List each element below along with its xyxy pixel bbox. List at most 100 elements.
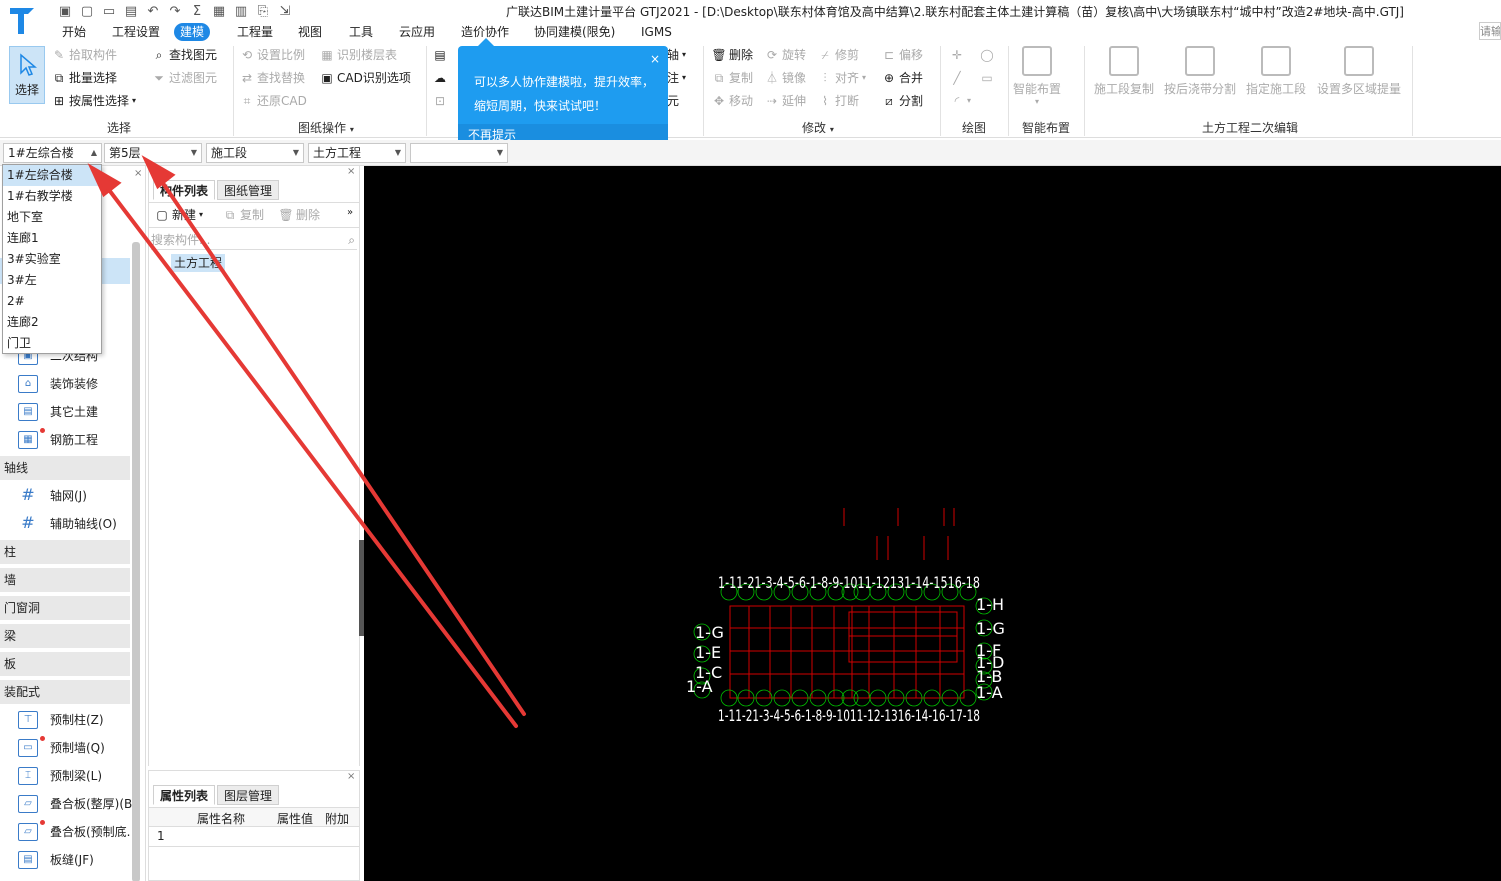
tab-layer-management[interactable]: 图层管理 [217, 785, 280, 805]
axis-partial-button[interactable]: 轴 ▾ [667, 45, 686, 65]
close-icon[interactable]: × [347, 166, 355, 177]
building-select[interactable]: 1#左综合楼 ▲ [3, 143, 102, 163]
nav-item-prefab-beam[interactable]: ⌶ 预制梁(L) [18, 764, 102, 788]
select-by-property-button[interactable]: ⊞ 按属性选择 ▾ [52, 91, 136, 111]
new-file-icon[interactable]: ▣ [56, 2, 74, 20]
close-icon[interactable]: × [347, 771, 355, 782]
export-icon[interactable]: ⇲ [276, 2, 294, 20]
split-button[interactable]: ⧄ 分割 [882, 91, 923, 111]
merge-button[interactable]: ⊕ 合并 [882, 68, 923, 88]
nav-item-composite-slab-full[interactable]: ▱ 叠合板(整厚)(B [18, 792, 132, 816]
nav-section-slab[interactable]: 板 [0, 652, 130, 676]
nav-section-column[interactable]: 柱 [0, 540, 130, 564]
sum-icon[interactable]: Σ [188, 2, 206, 20]
copy-component-button[interactable]: ⧉ 复制 [223, 205, 264, 225]
rotate-button[interactable]: ⟳ 旋转 [765, 45, 806, 65]
new-component-button[interactable]: ▢ 新建 ▾ [155, 205, 203, 225]
dropdown-option[interactable]: 1#左综合楼 [3, 165, 101, 186]
left-panel-scrollbar[interactable] [132, 242, 140, 881]
dropdown-option[interactable]: 1#右教学楼 [3, 186, 101, 207]
trim-button[interactable]: ⌿ 修剪 [818, 45, 859, 65]
nav-item-slab-joint[interactable]: ▤ 板缝(JF) [18, 848, 94, 872]
construction-segment-select[interactable]: 施工段 ▼ [206, 143, 304, 163]
floor-select[interactable]: 第5层 ▼ [104, 143, 202, 163]
open-file-icon[interactable]: ▢ [78, 2, 96, 20]
tab-modeling[interactable]: 建模 [174, 23, 211, 41]
nav-item-prefab-column[interactable]: ⊤ 预制柱(Z) [18, 708, 104, 732]
redo-icon[interactable]: ↷ [166, 2, 184, 20]
smart-layout-button[interactable]: 智能布置 ▾ [1002, 46, 1072, 106]
annotation-partial-button[interactable]: 注 ▾ [667, 68, 686, 88]
align-button[interactable]: ⫶ 对齐 ▾ [818, 68, 866, 88]
dropdown-option[interactable]: 3#实验室 [3, 249, 101, 270]
nav-item-aux-axis[interactable]: # 辅助轴线(O) [18, 512, 117, 536]
tab-quantity[interactable]: 工程量 [231, 23, 279, 41]
component-search-input[interactable]: 搜索构件... ⌕ [151, 230, 357, 250]
filter-element-button[interactable]: ⏷ 过滤图元 [152, 68, 217, 88]
save-icon[interactable]: ▤ [122, 2, 140, 20]
nav-section-wall[interactable]: 墙 [0, 568, 130, 592]
category-select[interactable]: 土方工程 ▼ [308, 143, 406, 163]
nav-item-decoration[interactable]: ⌂ 装饰装修 [18, 372, 98, 396]
dropdown-option[interactable]: 2# [3, 291, 101, 312]
tab-project-settings[interactable]: 工程设置 [106, 23, 166, 41]
move-button[interactable]: ✥ 移动 [712, 91, 753, 111]
tab-start[interactable]: 开始 [56, 23, 92, 41]
nav-section-axis[interactable]: 轴线 [0, 456, 130, 480]
draw-rect-button[interactable]: ▭ [980, 68, 994, 88]
element-partial-button[interactable]: 元 [667, 91, 679, 111]
nav-section-door-window[interactable]: 门窗洞 [0, 596, 130, 620]
identify-floor-table-button[interactable]: ▦ 识别楼层表 [320, 45, 397, 65]
tab-view[interactable]: 视图 [292, 23, 328, 41]
folder-icon[interactable]: ▭ [100, 2, 118, 20]
post-cast-split-button[interactable]: 按后浇带分割 [1162, 46, 1238, 97]
tab-drawing-management[interactable]: 图纸管理 [217, 180, 280, 200]
tab-tools[interactable]: 工具 [343, 23, 379, 41]
copy-button[interactable]: ⧉ 复制 [712, 68, 753, 88]
offset-button[interactable]: ⊏ 偏移 [882, 45, 923, 65]
multi-region-button[interactable]: 设置多区域提量 [1314, 46, 1404, 97]
delete-component-button[interactable]: 🗑 删除 [278, 205, 320, 225]
tab-cloud[interactable]: 云应用 [393, 23, 441, 41]
dropdown-option[interactable]: 地下室 [3, 207, 101, 228]
dropdown-option[interactable]: 连廊2 [3, 312, 101, 333]
nav-item-other-civil[interactable]: ▤ 其它土建 [18, 400, 98, 424]
set-scale-button[interactable]: ⟲ 设置比例 [240, 45, 305, 65]
more-icon[interactable]: » [347, 207, 353, 218]
dropdown-option[interactable]: 3#左 [3, 270, 101, 291]
nav-item-composite-slab-precast[interactable]: ▱ 叠合板(预制底. [18, 820, 131, 844]
component-select[interactable]: ▼ [410, 143, 508, 163]
partial-icon-3[interactable]: ⊡ [433, 91, 447, 111]
delete-button[interactable]: 🗑 删除 [711, 45, 753, 65]
grid-icon[interactable]: ▦ [210, 2, 228, 20]
dropdown-option[interactable]: 门卫 [3, 333, 101, 354]
construction-copy-button[interactable]: 施工段复制 [1089, 46, 1159, 97]
nav-item-axis-grid[interactable]: # 轴网(J) [18, 484, 87, 508]
tree-item-earthwork[interactable]: 土方工程 [171, 254, 226, 272]
draw-circle-button[interactable]: ◯ [980, 45, 994, 65]
property-row[interactable]: 1 [149, 827, 359, 847]
nav-section-prefab[interactable]: 装配式 [0, 680, 130, 704]
dropdown-option[interactable]: 连廊1 [3, 228, 101, 249]
find-element-button[interactable]: ⌕ 查找图元 [152, 45, 217, 65]
find-replace-button[interactable]: ⇄ 查找替换 [240, 68, 305, 88]
select-button[interactable]: 选择 [9, 46, 45, 104]
drawing-canvas[interactable]: 1-11-21-3-4-5-6-1-8-9-1011-12131-14-1516… [364, 166, 1501, 881]
tab-collab-modeling[interactable]: 协同建模(限免) [528, 23, 621, 41]
clipboard-icon[interactable]: ⎘ [254, 2, 272, 20]
batch-select-button[interactable]: ⧉ 批量选择 [52, 68, 117, 88]
draw-arc-button[interactable]: ◜ ▾ [950, 91, 971, 111]
nav-section-beam[interactable]: 梁 [0, 624, 130, 648]
table-icon[interactable]: ▥ [232, 2, 250, 20]
restore-cad-button[interactable]: ⌗ 还原CAD [240, 91, 307, 111]
extend-button[interactable]: ⇢ 延伸 [765, 91, 806, 111]
close-icon[interactable]: × [650, 52, 660, 66]
search-input[interactable]: 请输 [1479, 22, 1501, 40]
close-icon[interactable]: × [134, 168, 142, 179]
tab-component-list[interactable]: 构件列表 [153, 180, 216, 200]
cad-options-button[interactable]: ▣ CAD识别选项 [320, 68, 411, 88]
assign-segment-button[interactable]: 指定施工段 [1241, 46, 1311, 97]
nav-item-rebar[interactable]: ▦ 钢筋工程 [18, 428, 98, 452]
pick-component-button[interactable]: ✎ 拾取构件 [52, 45, 117, 65]
tab-property-list[interactable]: 属性列表 [153, 785, 216, 805]
